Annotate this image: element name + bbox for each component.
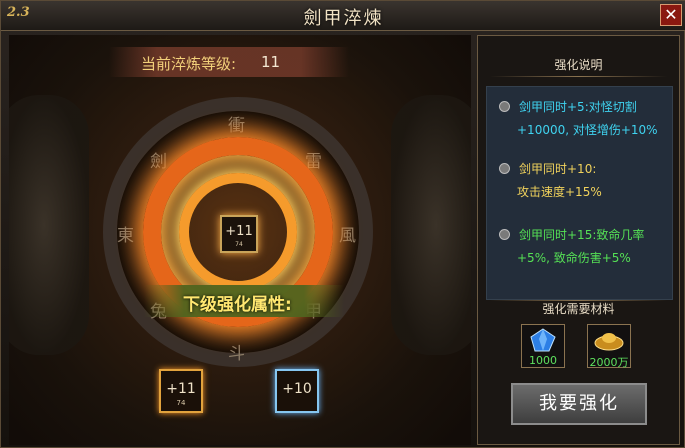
armor-slot-level: +10 bbox=[282, 381, 312, 397]
gold-quantity: 2000万 bbox=[589, 356, 629, 369]
current-level-text: +11 bbox=[225, 224, 253, 239]
rune-glyph: 斗 bbox=[228, 344, 245, 364]
bonus-line: 剑甲同时+15:致命几率 bbox=[519, 228, 645, 242]
sword-slot[interactable]: +11 74 bbox=[159, 369, 203, 413]
refine-panel: 当前淬炼等级: 11 衝 雷 風 甲 東 劍 斗 兔 +11 74 下级强化属性… bbox=[9, 35, 471, 445]
rune-glyph: 東 bbox=[117, 226, 134, 246]
window-title: 劍甲淬煉 bbox=[303, 8, 384, 29]
close-button[interactable]: ✕ bbox=[660, 4, 682, 26]
refine-level-value: 11 bbox=[261, 53, 281, 71]
close-icon: ✕ bbox=[664, 5, 678, 24]
refine-level-label: 当前淬炼等级: bbox=[141, 55, 237, 73]
gold-ingot-icon bbox=[594, 333, 624, 351]
bonus-line: +5%, 致命伤害+5% bbox=[517, 251, 631, 265]
side-panel: 强化说明 剑甲同时+5:对怪切割 +10000, 对怪增伤+10% 剑甲同时+1… bbox=[477, 35, 680, 445]
left-dragon-decoration bbox=[9, 95, 89, 355]
description-box: 剑甲同时+5:对怪切割 +10000, 对怪增伤+10% 剑甲同时+10: 攻击… bbox=[486, 86, 673, 300]
title-bar: 2.3 劍甲淬煉 ✕ bbox=[1, 1, 685, 31]
current-equipment-slot[interactable]: +11 74 bbox=[220, 215, 258, 253]
upgrade-button[interactable]: 我要强化 bbox=[511, 383, 647, 425]
current-level-sub: 74 bbox=[235, 241, 243, 248]
bonus-line: 剑甲同时+10: bbox=[519, 162, 597, 176]
rune-glyph: 風 bbox=[339, 226, 356, 246]
sword-slot-level: +11 bbox=[166, 381, 196, 397]
right-dragon-decoration bbox=[391, 95, 471, 355]
materials-header: 强化需要材料 bbox=[542, 302, 615, 316]
refine-window: 2.3 劍甲淬煉 ✕ 当前淬炼等级: 11 衝 雷 風 甲 東 劍 斗 兔 +1… bbox=[0, 0, 685, 448]
crystal-material-slot[interactable]: 1000 bbox=[521, 324, 565, 368]
blue-crystal-icon bbox=[530, 328, 556, 352]
bullet-icon bbox=[499, 101, 510, 112]
crystal-quantity: 1000 bbox=[529, 354, 557, 367]
sword-slot-sub: 74 bbox=[176, 399, 186, 407]
bonus-line: 剑甲同时+5:对怪切割 bbox=[519, 100, 637, 114]
description-header: 强化说明 bbox=[554, 58, 603, 72]
gold-material-slot[interactable]: 2000万 bbox=[587, 324, 631, 369]
bonus-line: 攻击速度+15% bbox=[517, 185, 602, 199]
divider bbox=[490, 76, 667, 77]
bullet-icon bbox=[499, 229, 510, 240]
armor-slot[interactable]: +10 bbox=[275, 369, 319, 413]
rune-glyph: 劍 bbox=[150, 152, 167, 172]
rune-glyph: 衝 bbox=[228, 116, 245, 136]
bonus-line: +10000, 对怪增伤+10% bbox=[517, 123, 658, 137]
bullet-icon bbox=[499, 163, 510, 174]
next-attr-label: 下级强化属性: bbox=[183, 295, 292, 315]
